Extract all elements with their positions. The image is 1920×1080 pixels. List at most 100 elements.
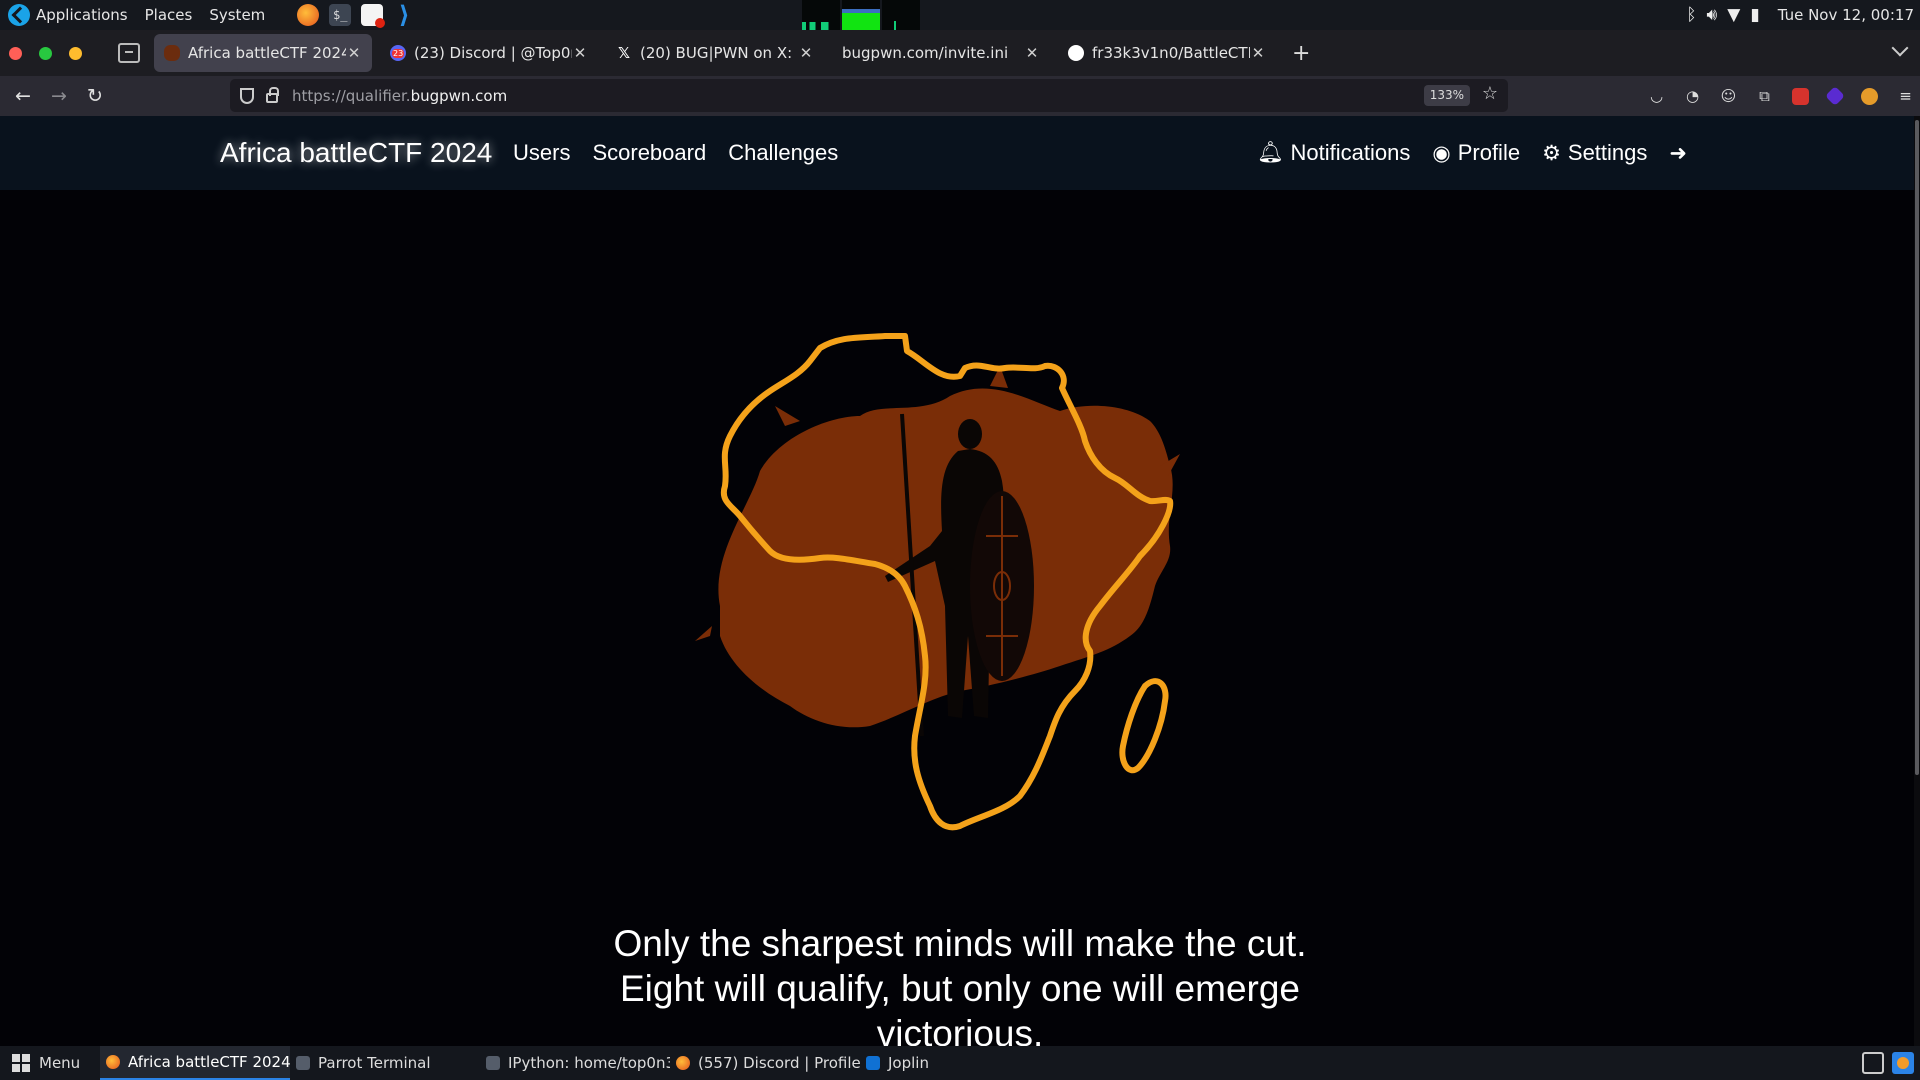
firefox-icon [106,1055,120,1069]
nav-link-profile[interactable]: ◉ Profile [1432,140,1520,166]
taskbar-item-firefox-africa[interactable]: Africa battleCTF 2024... [100,1046,290,1080]
web-page: Africa battleCTF 2024 Users Scoreboard C… [0,116,1920,1046]
lock-icon[interactable] [266,87,279,103]
taskbar-item-label: Joplin [888,1054,929,1072]
close-tab-icon[interactable]: ✕ [346,44,362,62]
tracking-shield-icon[interactable] [240,87,254,104]
taskbar-item-label: IPython: home/top0n3 [508,1054,670,1072]
taskbar-item-joplin[interactable]: Joplin [860,1046,980,1080]
nav-link-challenges[interactable]: Challenges [728,140,838,166]
clock[interactable]: Tue Nov 12, 00:17 [1778,6,1914,24]
menu-places[interactable]: Places [145,6,193,24]
document-launcher-icon[interactable] [361,4,386,28]
tab-discord[interactable]: (23) Discord | @Top0n3 ✕ [380,34,598,72]
nav-link-scoreboard[interactable]: Scoreboard [592,140,706,166]
africa-favicon-icon [164,45,180,61]
os-taskbar: Menu Africa battleCTF 2024... Parrot Ter… [0,1046,1920,1080]
pocket-icon[interactable]: ◡ [1648,87,1665,105]
workspace-switcher-icon[interactable] [1862,1052,1884,1074]
start-menu-button[interactable]: Menu [0,1054,100,1072]
system-monitor [802,0,920,30]
volume-icon[interactable]: 🔊︎ [1707,5,1718,25]
nav-link-notifications[interactable]: 🔔︎ Notifications [1257,140,1411,166]
madagascar-outline [1119,678,1169,774]
cookie-extension-icon[interactable] [1861,87,1878,105]
site-brand[interactable]: Africa battleCTF 2024 [220,137,492,169]
back-arrow-icon[interactable]: ← [5,85,41,107]
nav-label: Profile [1457,140,1521,165]
memory-graph [842,0,880,30]
clock-extension-icon[interactable]: ◔ [1684,87,1701,105]
chevron-down-icon[interactable] [1891,39,1909,57]
parrot-logo-icon[interactable] [8,4,30,26]
new-tab-button[interactable]: + [1292,41,1310,66]
close-window-button[interactable] [9,46,22,60]
zoom-level-badge[interactable]: 133% [1423,85,1470,106]
browser-nav-bar: ← → ↻ https://qualifier.bugpwn.com 133% … [0,76,1920,116]
wifi-icon[interactable]: ▼ [1727,5,1740,25]
terminal-icon [296,1056,310,1070]
menu-applications[interactable]: Applications [36,6,128,24]
red-extension-icon[interactable] [1792,87,1809,105]
account-icon[interactable]: ☺ [1720,87,1737,105]
taskbar-item-label: Parrot Terminal [318,1054,431,1072]
network-graph [882,0,920,30]
nav-link-settings[interactable]: ⚙ Settings [1542,140,1647,166]
page-scrollbar-thumb[interactable] [1915,120,1919,775]
tab-title: fr33k3v1n0/BattleCTF2k [1092,44,1250,62]
close-tab-icon[interactable]: ✕ [1024,44,1040,62]
taskbar-item-parrot-terminal[interactable]: Parrot Terminal [290,1046,480,1080]
tab-github[interactable]: fr33k3v1n0/BattleCTF2k ✕ [1058,34,1276,72]
bluetooth-icon[interactable]: ᛒ [1686,5,1696,25]
minimize-window-button[interactable] [69,46,82,60]
toolbar-icons: ◡ ◔ ☺ ⧉ ≡ [1648,76,1914,116]
address-bar[interactable]: https://qualifier.bugpwn.com 133% ☆ [230,79,1508,112]
nav-label: Settings [1567,140,1648,165]
vscode-launcher-icon[interactable]: ⟩ [393,1,415,29]
hero-tagline: Only the sharpest minds will make the cu… [0,921,1920,1046]
url-text[interactable]: https://qualifier.bugpwn.com [292,87,507,105]
tab-africa-battlectf[interactable]: Africa battleCTF 2024 ✕ [154,34,372,72]
github-favicon-icon [1068,45,1084,61]
tab-title: bugpwn.com/invite.ini [842,44,1009,62]
tagline-line-1: Only the sharpest minds will make the cu… [613,923,1307,964]
hamburger-menu-icon[interactable]: ≡ [1897,87,1914,105]
gears-icon: ⚙ [1542,141,1561,165]
taskbar-item-label: (557) Discord | Profile... [698,1054,860,1072]
firefox-launcher-icon[interactable] [297,4,320,26]
x-favicon-icon: 𝕏 [617,44,631,62]
site-navbar: Africa battleCTF 2024 Users Scoreboard C… [0,116,1920,190]
terminal-launcher-icon[interactable]: $_ [329,4,352,26]
taskbar-item-ipython[interactable]: IPython: home/top0n3 [480,1046,670,1080]
discord-favicon-icon [390,45,406,61]
reload-icon[interactable]: ↻ [77,85,113,107]
site-nav-links: Users Scoreboard Challenges [513,140,838,166]
menu-system[interactable]: System [209,6,265,24]
page-scrollbar-track[interactable] [1914,116,1920,1046]
taskbar-item-discord[interactable]: (557) Discord | Profile... [670,1046,860,1080]
maximize-window-button[interactable] [39,46,52,60]
terminal-icon [486,1056,500,1070]
close-tab-icon[interactable]: ✕ [798,44,814,62]
firefox-tray-icon[interactable] [1892,1052,1914,1074]
battery-icon[interactable]: ▮ [1750,5,1759,25]
tab-bugpwn-x[interactable]: 𝕏 (20) BUG|PWN on X: "Afr ✕ [606,34,824,72]
browser-tab-bar: Africa battleCTF 2024 ✕ (23) Discord | @… [0,30,1920,76]
purple-extension-icon[interactable] [1825,86,1845,106]
window-controls [9,46,82,60]
site-nav-right: 🔔︎ Notifications ◉ Profile ⚙ Settings ➜ [1257,140,1687,166]
tab-bugpwn-invite[interactable]: bugpwn.com/invite.ini ✕ [832,34,1050,72]
forward-arrow-icon[interactable]: → [41,85,77,107]
bookmark-star-icon[interactable]: ☆ [1482,83,1498,104]
firefox-view-icon[interactable] [118,43,140,63]
africa-warrior-logo [695,333,1180,831]
close-tab-icon[interactable]: ✕ [572,44,588,62]
nav-link-users[interactable]: Users [513,140,570,166]
close-tab-icon[interactable]: ✕ [1250,44,1266,62]
bell-icon: 🔔︎ [1256,141,1284,164]
cpu-graph [802,0,840,30]
logout-link[interactable]: ➜ [1669,141,1687,166]
tagline-line-3: victorious. [876,1013,1044,1046]
os-top-panel: Applications Places System $_ ⟩ ᛒ 🔊︎ ▼ ▮… [0,0,1920,30]
extensions-puzzle-icon[interactable]: ⧉ [1756,87,1773,105]
